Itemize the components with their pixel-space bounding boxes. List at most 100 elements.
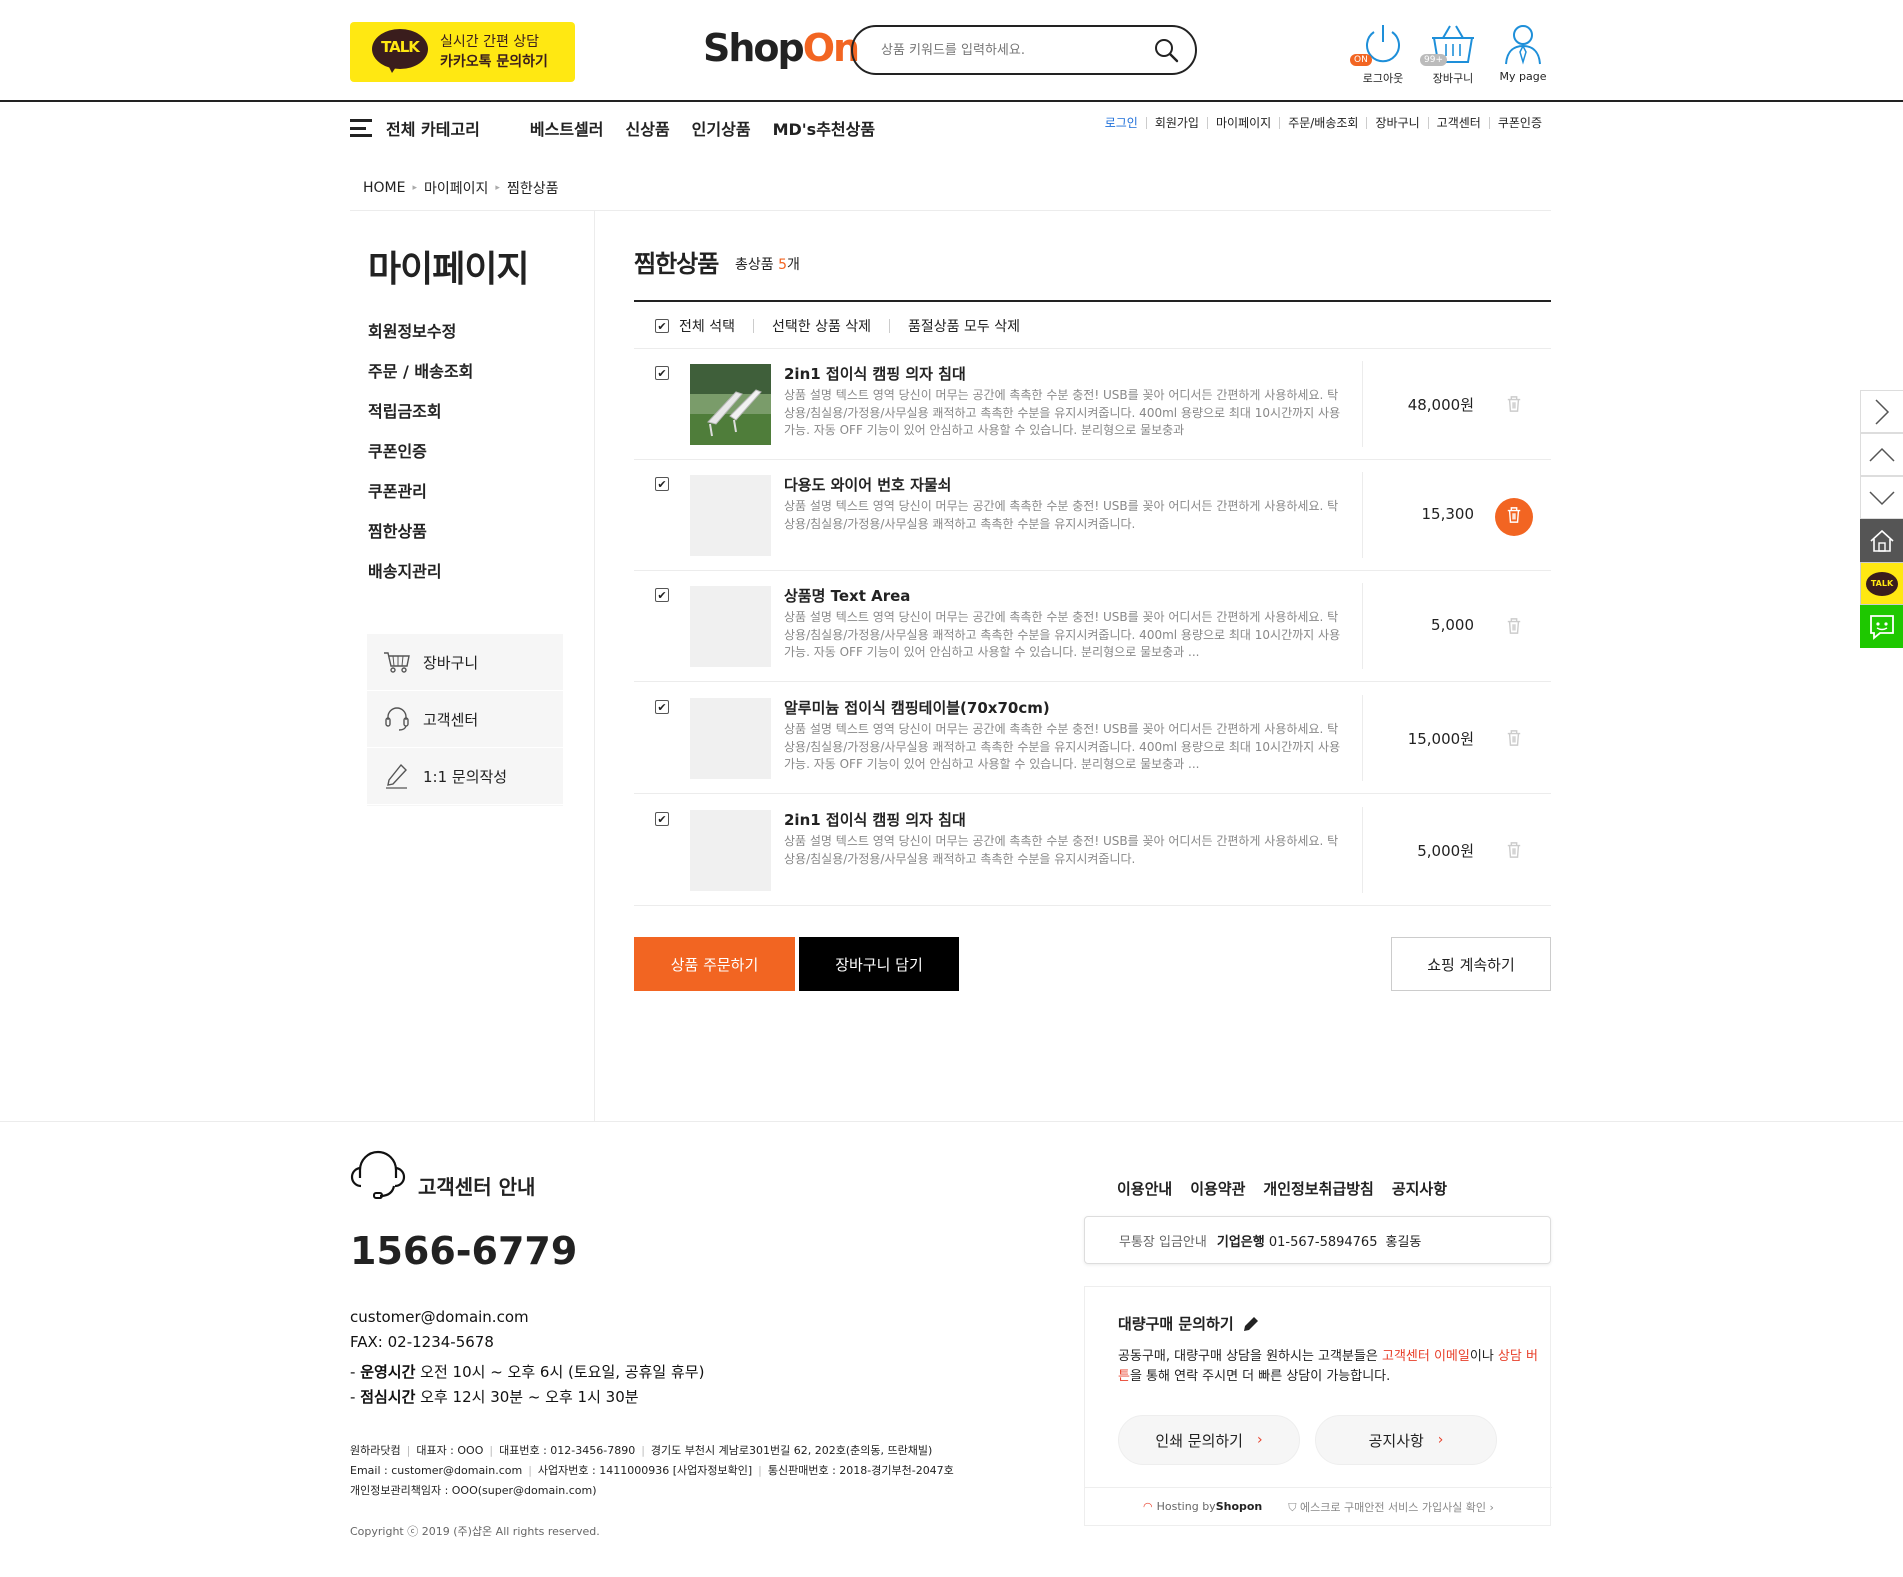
- all-category-link[interactable]: 전체 카테고리: [386, 116, 480, 140]
- delete-button[interactable]: [1495, 498, 1533, 536]
- hamburger-icon[interactable]: [350, 119, 372, 137]
- bulk-title: 대량구매 문의하기: [1118, 1313, 1260, 1334]
- kakao-talk-icon: TALK: [372, 29, 428, 75]
- breadcrumb-home[interactable]: HOME: [363, 180, 405, 196]
- util-mypage[interactable]: 마이페이지: [1206, 117, 1279, 129]
- sidebar-title: 마이페이지: [368, 249, 530, 290]
- util-order[interactable]: 주문/배송조회: [1279, 117, 1366, 129]
- quick-home[interactable]: [1860, 519, 1903, 562]
- quick-kakao[interactable]: TALK: [1860, 562, 1903, 605]
- shortcut-cart[interactable]: 장바구니: [367, 634, 563, 691]
- delete-button[interactable]: [1495, 387, 1533, 425]
- add-to-cart-button[interactable]: 장바구니 담기: [799, 937, 959, 991]
- mypage-button[interactable]: My page: [1488, 22, 1558, 83]
- sidebar-item-address[interactable]: 배송지관리: [368, 558, 473, 598]
- sidebar-item-coupon-manage[interactable]: 쿠폰관리: [368, 478, 473, 518]
- kakao-consult-banner[interactable]: TALK 실시간 간편 상담 카카오톡 문의하기: [350, 22, 575, 82]
- notice-button[interactable]: 공지사항 ›: [1315, 1415, 1497, 1465]
- chat-icon: [1870, 614, 1894, 640]
- nav-bestseller[interactable]: 베스트셀러: [530, 116, 604, 140]
- sidebar-item-wishlist[interactable]: 찜한상품: [368, 518, 473, 558]
- sidebar-item-points[interactable]: 적립금조회: [368, 398, 473, 438]
- product-price: 48,000원: [1407, 396, 1474, 414]
- product-checkbox[interactable]: ✔: [655, 812, 669, 826]
- trash-icon: [1506, 617, 1522, 639]
- product-name[interactable]: 다용도 와이어 번호 자물쇠: [784, 474, 951, 495]
- delete-selected-button[interactable]: 선택한 상품 삭제: [772, 316, 871, 336]
- product-divider: [1362, 472, 1363, 558]
- logout-button[interactable]: ON 로그아웃: [1348, 22, 1418, 86]
- util-join[interactable]: 회원가입: [1145, 117, 1207, 129]
- list-toolbar: ✔ 전체 석택 선택한 상품 삭제 품절상품 모두 삭제: [655, 316, 1020, 336]
- trash-icon: [1506, 841, 1522, 863]
- product-thumbnail[interactable]: [690, 810, 771, 891]
- cs-heading: 고객센터 안내: [350, 1148, 535, 1202]
- product-name[interactable]: 상품명 Text Area: [784, 585, 910, 606]
- footer-links: 이용안내 이용약관 개인정보취급방침 공지사항: [1117, 1178, 1465, 1199]
- delete-button[interactable]: [1495, 721, 1533, 759]
- cs-email: customer@domain.com: [350, 1308, 529, 1326]
- quick-chat[interactable]: [1860, 605, 1903, 648]
- pencil-icon: [1243, 1316, 1258, 1331]
- quick-next[interactable]: [1860, 390, 1903, 433]
- nav-md-pick[interactable]: MD's추천상품: [773, 116, 876, 140]
- quick-up[interactable]: [1860, 433, 1903, 476]
- util-cart[interactable]: 장바구니: [1366, 117, 1427, 129]
- product-name[interactable]: 2in1 접이식 캠핑 의자 침대: [784, 363, 966, 384]
- quick-down[interactable]: [1860, 476, 1903, 519]
- sidebar-item-orders[interactable]: 주문 / 배송조회: [368, 358, 473, 398]
- product-thumbnail[interactable]: [690, 698, 771, 779]
- search-icon[interactable]: [1153, 37, 1179, 63]
- product-row: ✔ 다용도 와이어 번호 자물쇠상품 설명 텍스트 영역 당신이 머무는 공간에 …: [634, 460, 1551, 571]
- product-name[interactable]: 2in1 접이식 캠핑 의자 침대: [784, 809, 966, 830]
- sidebar-item-coupon-auth[interactable]: 쿠폰인증: [368, 438, 473, 478]
- select-all-label[interactable]: 전체 석택: [679, 316, 735, 336]
- site-logo[interactable]: ShopOn: [703, 26, 860, 70]
- bank-info: 무통장 입금안내 기업은행 01-567-5894765 홍길동: [1084, 1216, 1551, 1264]
- product-thumbnail[interactable]: [690, 586, 771, 667]
- product-desc: 상품 설명 텍스트 영역 당신이 머무는 공간에 촉촉한 수분 충전! USB를…: [784, 499, 1339, 531]
- search-input[interactable]: [881, 42, 1153, 58]
- nav-popular[interactable]: 인기상품: [692, 116, 751, 140]
- product-price: 5,000: [1431, 616, 1474, 634]
- footer-link-notice[interactable]: 공지사항: [1392, 1178, 1447, 1199]
- product-thumbnail[interactable]: [690, 475, 771, 556]
- product-desc: 상품 설명 텍스트 영역 당신이 머무는 공간에 촉촉한 수분 충전! USB를…: [784, 834, 1339, 866]
- escrow-link[interactable]: ⛉ 에스크로 구매안전 서비스 가입사실 확인 ›: [1288, 1499, 1494, 1515]
- product-thumbnail[interactable]: [690, 364, 771, 445]
- shield-icon: ⛉: [1288, 1500, 1297, 1514]
- product-row: ✔ 상품명 Text Area 상품 설명 텍스트 영역 당신이 머무는 공간에 촉…: [634, 571, 1551, 682]
- select-all-checkbox[interactable]: ✔: [655, 319, 669, 333]
- util-login[interactable]: 로그인: [1097, 117, 1146, 129]
- nav-new[interactable]: 신상품: [626, 116, 670, 140]
- product-desc: 상품 설명 텍스트 영역 당신이 머무는 공간에 촉촉한 수분 충전! USB를…: [784, 388, 1341, 437]
- product-checkbox[interactable]: ✔: [655, 588, 669, 602]
- delete-button[interactable]: [1495, 833, 1533, 871]
- on-badge: ON: [1350, 54, 1372, 66]
- footer-link-terms[interactable]: 이용약관: [1190, 1178, 1245, 1199]
- breadcrumb-divider: [350, 210, 1551, 211]
- footer-link-privacy[interactable]: 개인정보취급방침: [1263, 1178, 1373, 1199]
- sidebar-item-member-edit[interactable]: 회원정보수정: [368, 318, 473, 358]
- util-cs[interactable]: 고객센터: [1427, 117, 1489, 129]
- product-checkbox[interactable]: ✔: [655, 700, 669, 714]
- breadcrumb-mypage[interactable]: 마이페이지: [424, 178, 488, 198]
- delete-soldout-button[interactable]: 품절상품 모두 삭제: [908, 316, 1020, 336]
- shortcut-inquiry[interactable]: 1:1 문의작성: [367, 748, 563, 805]
- quick-menu: TALK: [1860, 390, 1903, 648]
- print-inquiry-button[interactable]: 인쇄 문의하기 ›: [1118, 1415, 1300, 1465]
- shortcut-cs[interactable]: 고객센터: [367, 691, 563, 748]
- cart-header-button[interactable]: 99+ 장바구니: [1418, 22, 1488, 86]
- chevron-down-icon: [1869, 490, 1895, 505]
- footer-link-guide[interactable]: 이용안내: [1117, 1178, 1172, 1199]
- product-name[interactable]: 알루미늄 접이식 캠핑테이블(70x70cm): [784, 697, 1050, 718]
- order-button[interactable]: 상품 주문하기: [634, 937, 795, 991]
- cs-email-link[interactable]: 고객센터 이메일: [1382, 1349, 1470, 1364]
- product-divider: [1362, 807, 1363, 893]
- delete-button[interactable]: [1495, 609, 1533, 647]
- product-checkbox[interactable]: ✔: [655, 477, 669, 491]
- continue-shopping-button[interactable]: 쇼핑 계속하기: [1391, 937, 1551, 991]
- product-checkbox[interactable]: ✔: [655, 366, 669, 380]
- kakao-talk-icon: TALK: [1866, 571, 1898, 596]
- util-coupon[interactable]: 쿠폰인증: [1488, 117, 1550, 129]
